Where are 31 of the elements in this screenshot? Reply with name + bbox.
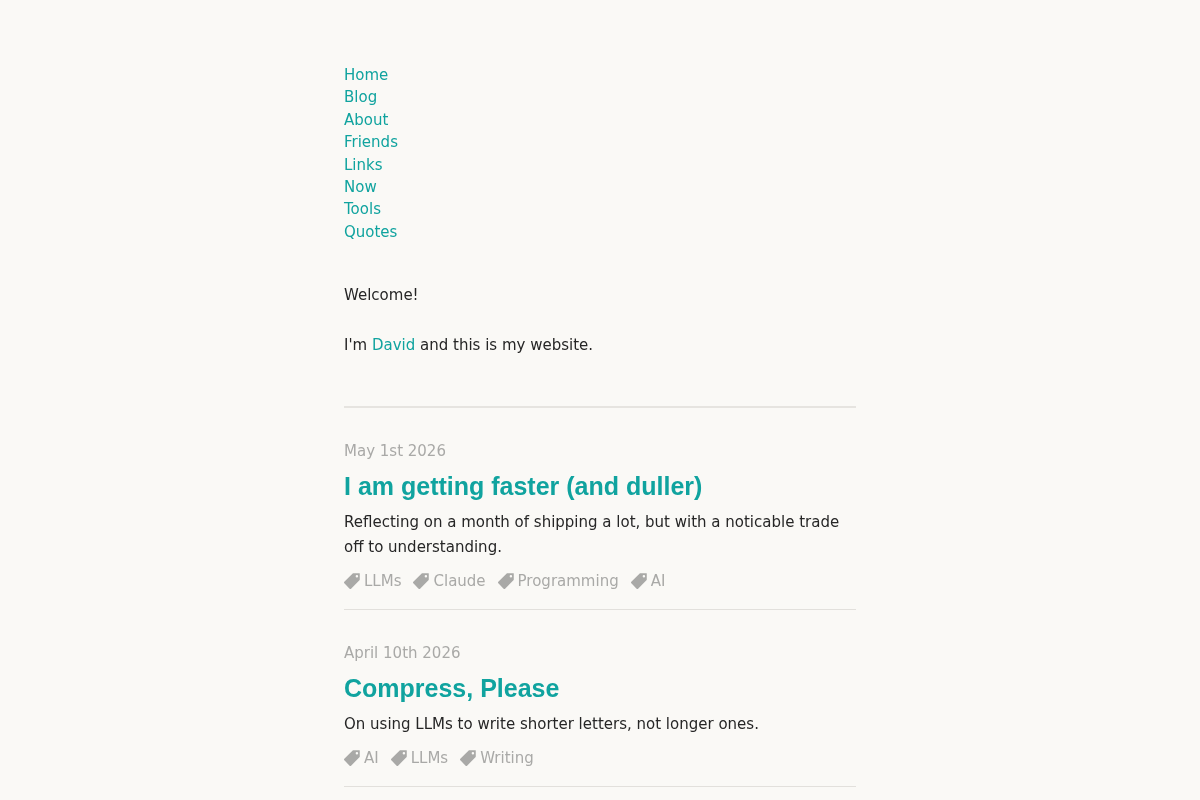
tag-link[interactable]: Programming: [517, 570, 619, 593]
nav-link[interactable]: Now: [344, 176, 377, 199]
nav-link[interactable]: About: [344, 108, 389, 132]
post-summary: Reflecting on a month of shipping a lot, but with a noticable trade off to understanding.: [344, 512, 841, 559]
nav-link[interactable]: Blog: [344, 86, 378, 109]
tag-link[interactable]: AI: [650, 570, 666, 593]
post-summary: On using LLMs to write shorter letters, not longer ones.: [344, 714, 760, 736]
tag-icon: [344, 750, 360, 767]
nav-link[interactable]: Friends: [344, 131, 398, 154]
name-link[interactable]: David: [371, 336, 416, 355]
tag-icon: [497, 573, 514, 590]
tag-icon: [460, 750, 477, 767]
post-date: May 1st 2026: [344, 441, 446, 463]
post-title-link[interactable]: I am getting faster (and duller): [344, 470, 703, 503]
post-date: April 10th 2026: [344, 643, 461, 665]
tag-icon: [413, 573, 430, 590]
tag-link[interactable]: Claude: [433, 570, 486, 593]
tag-link[interactable]: LLMs: [410, 747, 449, 770]
nav-link[interactable]: Tools: [344, 198, 381, 221]
intro-text: I'm David and this is my website.: [344, 335, 594, 357]
tag-link[interactable]: AI: [364, 747, 379, 770]
tag-link[interactable]: Writing: [480, 747, 534, 770]
nav-link[interactable]: Quotes: [344, 220, 398, 244]
nav-link[interactable]: Links: [344, 153, 383, 177]
nav-link[interactable]: Home: [344, 64, 389, 87]
post-title-link[interactable]: Compress, Please: [344, 672, 560, 705]
welcome-text: Welcome!: [344, 285, 419, 307]
tag-icon: [344, 573, 360, 590]
tag-icon: [390, 750, 407, 767]
tag-icon: [630, 573, 647, 590]
tag-link[interactable]: LLMs: [364, 570, 402, 593]
